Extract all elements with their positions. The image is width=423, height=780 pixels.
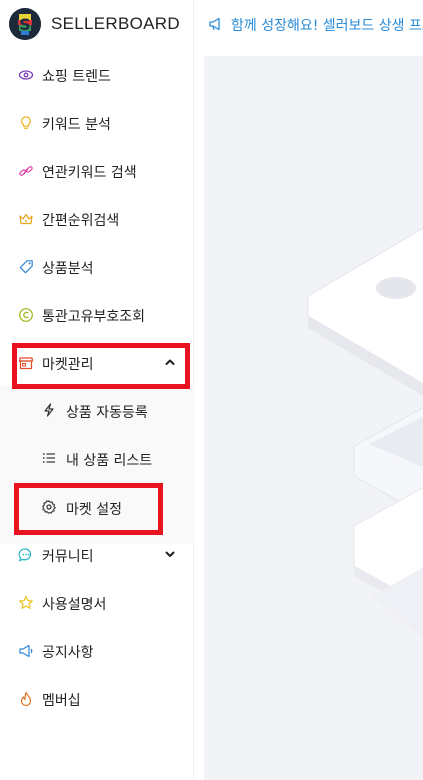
sidebar-item-related-keyword[interactable]: 연관키워드 검색: [0, 147, 194, 195]
sidebar-item-membership[interactable]: 멤버십: [0, 675, 194, 723]
submenu-item-my-product-list[interactable]: 내 상품 리스트: [0, 435, 194, 483]
star-icon: [18, 595, 34, 611]
sidebar-item-label: 쇼핑 트렌드: [42, 69, 111, 85]
sidebar-item-market-management[interactable]: 마켓관리: [0, 339, 194, 387]
eye-icon: [18, 67, 34, 83]
tag-icon: [18, 259, 34, 275]
chevron-down-icon: [163, 547, 177, 561]
submenu-item-market-settings[interactable]: 마켓 설정: [0, 484, 194, 532]
gear-icon: [42, 500, 56, 514]
placeholder-illustration: [307, 227, 423, 639]
sidebar-item-label: 공지사항: [42, 645, 94, 661]
lightbulb-icon: [18, 115, 34, 131]
submenu-item-label: 마켓 설정: [66, 502, 122, 518]
fire-icon: [18, 691, 34, 707]
sidebar-item-label: 간편순위검색: [42, 213, 120, 229]
main-content: [204, 56, 423, 780]
notice-banner-link[interactable]: 함께 성장해요! 셀러보드 상생 프로젝트: [231, 15, 423, 35]
chat-icon: [18, 547, 34, 563]
app-root: S SELLERBOARD 쇼핑 트렌드 키워드 분석 연관키워드 검색 간편순…: [0, 0, 423, 780]
top-header: 함께 성장해요! 셀러보드 상생 프로젝트: [195, 0, 423, 50]
sidebar-item-keyword-analysis[interactable]: 키워드 분석: [0, 99, 194, 147]
svg-text:S: S: [19, 15, 31, 34]
chevron-up-icon: [163, 355, 177, 369]
sidebar-item-label: 멤버십: [42, 693, 81, 709]
sidebar-item-label: 통관고유부호조회: [42, 309, 146, 325]
copyright-icon: [18, 307, 34, 323]
sidebar-item-community[interactable]: 커뮤니티: [0, 531, 194, 579]
megaphone-icon: [18, 643, 34, 659]
sidebar-item-shopping-trend[interactable]: 쇼핑 트렌드: [0, 51, 194, 99]
submenu-item-label: 내 상품 리스트: [66, 453, 153, 469]
sidebar-item-label: 사용설명서: [42, 597, 107, 613]
submenu-item-label: 상품 자동등록: [66, 405, 148, 421]
sidebar-item-user-guide[interactable]: 사용설명서: [0, 579, 194, 627]
sidebar-item-label: 마켓관리: [42, 357, 94, 373]
brand-logo-icon: S: [9, 8, 41, 40]
sidebar: S SELLERBOARD 쇼핑 트렌드 키워드 분석 연관키워드 검색 간편순…: [0, 0, 194, 780]
brand-logo-link[interactable]: S SELLERBOARD: [0, 0, 194, 50]
link-icon: [18, 163, 34, 179]
sidebar-item-notice[interactable]: 공지사항: [0, 627, 194, 675]
crown-icon: [18, 211, 34, 227]
store-icon: [18, 355, 34, 371]
bolt-icon: [42, 403, 56, 417]
megaphone-icon: [208, 16, 224, 32]
sidebar-item-label: 상품분석: [42, 261, 94, 277]
brand-name: SELLERBOARD: [51, 14, 180, 33]
submenu-item-auto-register[interactable]: 상품 자동등록: [0, 387, 194, 435]
sidebar-item-label: 커뮤니티: [42, 549, 94, 565]
sidebar-item-customs-code[interactable]: 통관고유부호조회: [0, 291, 194, 339]
sidebar-item-label: 연관키워드 검색: [42, 165, 137, 181]
sidebar-item-label: 키워드 분석: [42, 117, 111, 133]
sidebar-item-product-analysis[interactable]: 상품분석: [0, 243, 194, 291]
sidebar-item-rank-search[interactable]: 간편순위검색: [0, 195, 194, 243]
list-icon: [42, 451, 56, 465]
